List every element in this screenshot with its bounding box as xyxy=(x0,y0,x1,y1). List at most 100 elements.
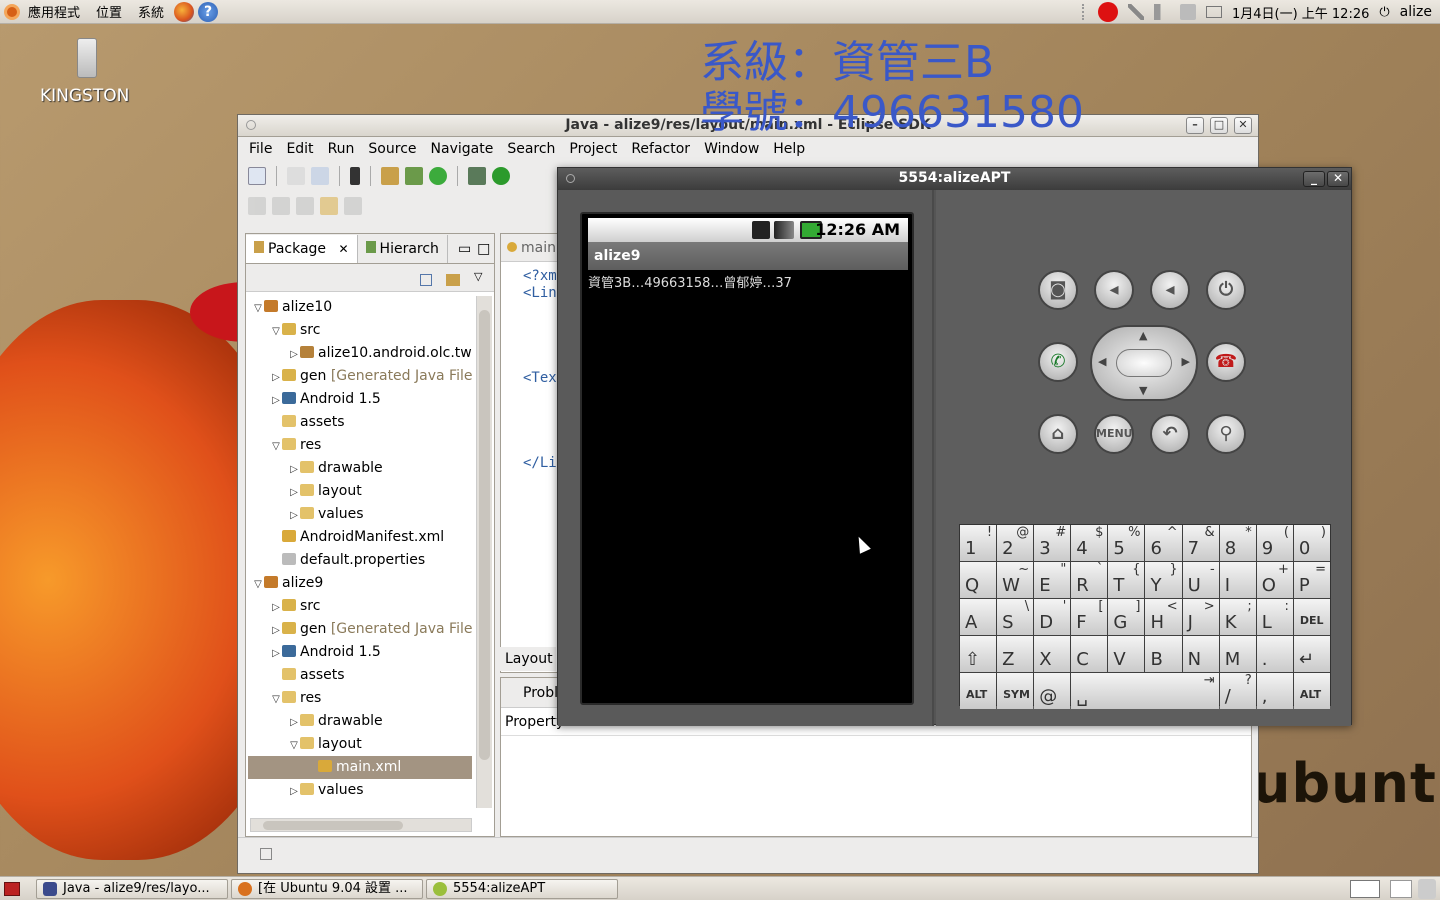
scrollbar-thumb[interactable] xyxy=(479,310,490,760)
expanded-arrow-icon[interactable]: ▽ xyxy=(270,688,282,711)
tree-item-main-xml[interactable]: main.xml xyxy=(248,756,472,779)
minimize-view-icon[interactable]: ▭ xyxy=(458,241,471,257)
network-icon[interactable] xyxy=(1127,4,1144,20)
key-e[interactable]: E " xyxy=(1034,562,1071,598)
key-/[interactable]: /? xyxy=(1219,673,1256,709)
tree-item-android-1-5[interactable]: ▷ Android 1.5 xyxy=(248,388,472,411)
print-icon[interactable] xyxy=(311,167,329,185)
key-p[interactable]: P = xyxy=(1293,562,1330,598)
menu-file[interactable]: File xyxy=(242,141,279,157)
dpad-right-icon[interactable]: ▶ xyxy=(1182,355,1190,368)
menu-system[interactable]: 系統 xyxy=(130,2,172,21)
tab-main-xml[interactable]: main xyxy=(501,234,557,262)
last-edit-icon[interactable] xyxy=(296,197,314,215)
taskbar-item-eclipse[interactable]: Java - alize9/res/layo... xyxy=(36,879,228,899)
tab-package[interactable]: Package ✕ xyxy=(246,234,358,263)
key-6[interactable]: 6 ^ xyxy=(1145,525,1182,561)
tree-item-android-1-5[interactable]: ▷ Android 1.5 xyxy=(248,641,472,664)
key-g[interactable]: G] xyxy=(1108,599,1145,635)
power-button[interactable]: ⏻ xyxy=(1206,270,1246,310)
collapsed-arrow-icon[interactable]: ▷ xyxy=(270,642,282,665)
search-button[interactable]: ⚲ xyxy=(1206,414,1246,454)
key-i[interactable]: I xyxy=(1219,562,1256,598)
camera-button[interactable]: ◙ xyxy=(1038,270,1078,310)
tree-item-src[interactable]: ▽ src xyxy=(248,319,472,342)
key-b[interactable]: B xyxy=(1145,636,1182,672)
taskbar-item-firefox[interactable]: [在 Ubuntu 9.04 設置 ... xyxy=(231,879,423,899)
usb-drive-icon[interactable] xyxy=(77,38,97,78)
expanded-arrow-icon[interactable]: ▽ xyxy=(270,435,282,458)
code-line[interactable]: <?xm xyxy=(523,268,557,284)
key-⇧[interactable]: ⇧ xyxy=(960,636,997,672)
collapsed-arrow-icon[interactable]: ▷ xyxy=(288,481,300,504)
menu-button[interactable]: MENU xyxy=(1094,414,1134,454)
expanded-arrow-icon[interactable]: ▽ xyxy=(252,297,264,320)
key-0[interactable]: 0) xyxy=(1293,525,1330,561)
collapsed-arrow-icon[interactable]: ▷ xyxy=(288,343,300,366)
volume-up-button[interactable]: ◂ xyxy=(1150,270,1190,310)
dpad-up-icon[interactable]: ▲ xyxy=(1139,329,1147,342)
trash-icon[interactable] xyxy=(1418,879,1436,899)
dpad[interactable]: ▲ ▼ ◀ ▶ xyxy=(1090,325,1198,401)
key-5[interactable]: 5% xyxy=(1108,525,1145,561)
add-icon[interactable] xyxy=(429,167,447,185)
key-m[interactable]: M xyxy=(1219,636,1256,672)
volume-down-button[interactable]: ◂ xyxy=(1094,270,1134,310)
key-1[interactable]: 1! xyxy=(960,525,997,561)
key-l[interactable]: L: xyxy=(1256,599,1293,635)
mail-icon[interactable] xyxy=(1205,6,1222,18)
forward-icon[interactable] xyxy=(344,197,362,215)
key-9[interactable]: 9( xyxy=(1256,525,1293,561)
key-d[interactable]: D ' xyxy=(1034,599,1071,635)
tree-item-default-properties[interactable]: default.properties xyxy=(248,549,472,572)
close-button[interactable]: ✕ xyxy=(1234,117,1252,134)
tree-horizontal-scrollbar[interactable] xyxy=(250,818,472,832)
expanded-arrow-icon[interactable]: ▽ xyxy=(270,320,282,343)
window-menu-icon[interactable] xyxy=(566,174,575,183)
collapsed-arrow-icon[interactable]: ▷ xyxy=(270,389,282,412)
expanded-arrow-icon[interactable]: ▽ xyxy=(288,734,300,757)
back-icon[interactable] xyxy=(320,197,338,215)
tree-vertical-scrollbar[interactable] xyxy=(476,296,492,808)
collapsed-arrow-icon[interactable]: ▷ xyxy=(288,780,300,803)
code-line[interactable]: <Lin xyxy=(523,285,557,301)
menu-help[interactable]: Help xyxy=(766,141,812,157)
view-menu-icon[interactable]: ▽ xyxy=(474,270,482,283)
code-line[interactable]: </Li xyxy=(523,455,557,471)
dpad-center-button[interactable] xyxy=(1116,349,1172,377)
taskbar-item-emulator[interactable]: 5554:alizeAPT xyxy=(426,879,618,899)
key-w[interactable]: W ~ xyxy=(997,562,1034,598)
key-r[interactable]: R ` xyxy=(1071,562,1108,598)
tree-item-androidmanifest-xml[interactable]: AndroidManifest.xml xyxy=(248,526,472,549)
tree-item-assets[interactable]: assets xyxy=(248,664,472,687)
menu-refactor[interactable]: Refactor xyxy=(624,141,697,157)
key-x[interactable]: X xyxy=(1034,636,1071,672)
key-s[interactable]: S \ xyxy=(997,599,1034,635)
key-y[interactable]: Y} xyxy=(1145,562,1182,598)
minimize-button[interactable]: _ xyxy=(1303,171,1325,187)
menu-edit[interactable]: Edit xyxy=(279,141,320,157)
android-device-icon[interactable] xyxy=(350,167,360,185)
dpad-down-icon[interactable]: ▼ xyxy=(1139,384,1147,397)
collapsed-arrow-icon[interactable]: ▷ xyxy=(288,711,300,734)
tree-item-layout[interactable]: ▽ layout xyxy=(248,733,472,756)
volume-icon[interactable] xyxy=(1153,4,1170,20)
tree-item-layout[interactable]: ▷ layout xyxy=(248,480,472,503)
menu-search[interactable]: Search xyxy=(500,141,562,157)
scrollbar-thumb[interactable] xyxy=(263,821,403,830)
close-tab-icon[interactable]: ✕ xyxy=(338,242,348,256)
menu-project[interactable]: Project xyxy=(562,141,624,157)
tree-item-drawable[interactable]: ▷ drawable xyxy=(248,457,472,480)
key-a[interactable]: A xyxy=(960,599,997,635)
collapsed-arrow-icon[interactable]: ▷ xyxy=(270,596,282,619)
end-call-button[interactable]: ☎ xyxy=(1206,342,1246,382)
key-2[interactable]: 2 @ xyxy=(997,525,1034,561)
key-3[interactable]: 3 # xyxy=(1034,525,1071,561)
key-o[interactable]: O + xyxy=(1256,562,1293,598)
desktop-icon-label[interactable]: KINGSTON xyxy=(40,86,129,106)
key-u[interactable]: U- xyxy=(1182,562,1219,598)
key-@[interactable]: @ xyxy=(1034,673,1071,709)
tree-item-alize10[interactable]: ▽ alize10 xyxy=(248,296,472,319)
xml-editor[interactable]: main <?xm <Lin <Tex </Li xyxy=(500,233,558,673)
power-icon[interactable]: ⏻ xyxy=(1379,5,1389,20)
